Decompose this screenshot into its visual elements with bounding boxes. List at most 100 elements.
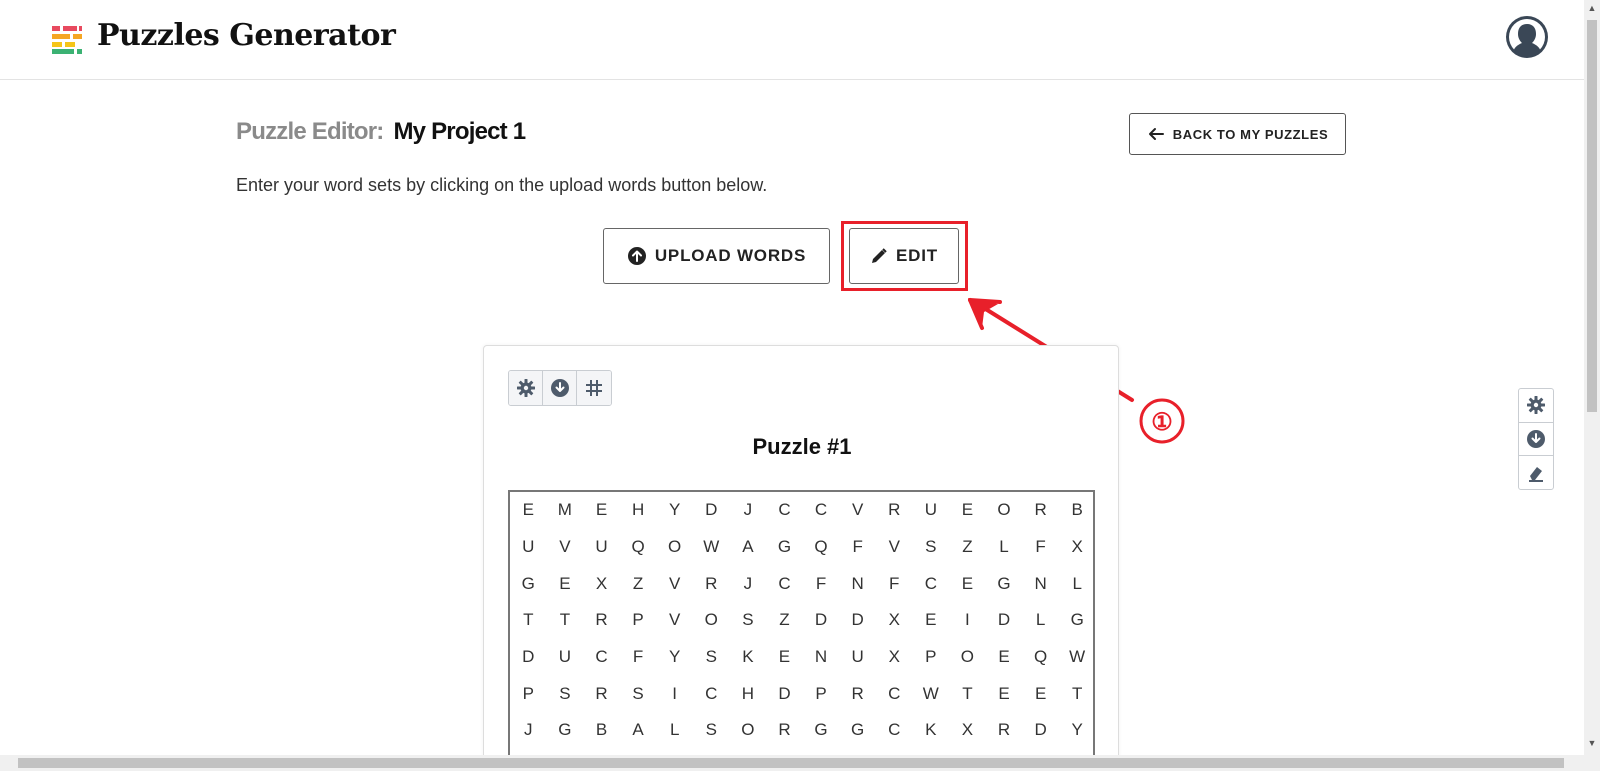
grid-cell[interactable]: G <box>1059 602 1096 639</box>
grid-cell[interactable]: S <box>693 712 730 749</box>
grid-cell[interactable]: T <box>949 675 986 712</box>
horizontal-scrollbar[interactable] <box>0 755 1600 771</box>
puzzle-download-button[interactable] <box>543 371 577 405</box>
grid-cell[interactable]: F <box>620 639 657 676</box>
upload-words-button[interactable]: UPLOAD WORDS <box>603 228 830 284</box>
grid-cell[interactable]: E <box>510 492 547 529</box>
grid-cell[interactable]: F <box>1022 529 1059 566</box>
grid-cell[interactable]: G <box>547 712 584 749</box>
puzzles-logo-icon[interactable] <box>52 24 82 54</box>
grid-cell[interactable]: L <box>1059 565 1096 602</box>
grid-cell[interactable]: F <box>803 565 840 602</box>
grid-cell[interactable]: D <box>803 602 840 639</box>
grid-cell[interactable]: L <box>656 712 693 749</box>
grid-cell[interactable]: E <box>913 602 950 639</box>
grid-cell[interactable]: V <box>656 565 693 602</box>
grid-cell[interactable]: F <box>876 565 913 602</box>
grid-cell[interactable]: B <box>1059 492 1096 529</box>
side-settings-button[interactable] <box>1519 389 1553 423</box>
horizontal-scroll-thumb[interactable] <box>18 758 1564 768</box>
user-avatar-icon[interactable] <box>1505 15 1549 59</box>
grid-cell[interactable]: B <box>583 712 620 749</box>
grid-cell[interactable]: I <box>656 675 693 712</box>
grid-cell[interactable]: D <box>510 639 547 676</box>
grid-cell[interactable]: E <box>547 565 584 602</box>
grid-cell[interactable]: H <box>730 675 767 712</box>
grid-cell[interactable]: N <box>803 639 840 676</box>
scroll-down-arrow-icon[interactable]: ▼ <box>1587 738 1597 752</box>
grid-cell[interactable]: J <box>510 712 547 749</box>
grid-cell[interactable]: U <box>839 639 876 676</box>
grid-cell[interactable]: W <box>693 529 730 566</box>
grid-cell[interactable]: F <box>839 529 876 566</box>
grid-cell[interactable]: H <box>620 492 657 529</box>
grid-cell[interactable]: R <box>766 712 803 749</box>
side-download-button[interactable] <box>1519 423 1553 457</box>
grid-cell[interactable]: X <box>876 639 913 676</box>
vertical-scroll-thumb[interactable] <box>1587 20 1597 412</box>
grid-cell[interactable]: E <box>766 639 803 676</box>
grid-cell[interactable]: E <box>949 492 986 529</box>
grid-cell[interactable]: S <box>693 639 730 676</box>
grid-cell[interactable]: Z <box>620 565 657 602</box>
grid-cell[interactable]: O <box>656 529 693 566</box>
grid-cell[interactable]: R <box>583 602 620 639</box>
grid-cell[interactable]: L <box>986 529 1023 566</box>
grid-cell[interactable]: D <box>766 675 803 712</box>
grid-cell[interactable]: W <box>1059 639 1096 676</box>
grid-cell[interactable]: X <box>1059 529 1096 566</box>
grid-cell[interactable]: R <box>876 492 913 529</box>
grid-cell[interactable]: C <box>876 712 913 749</box>
grid-cell[interactable]: Q <box>803 529 840 566</box>
grid-cell[interactable]: G <box>839 712 876 749</box>
grid-cell[interactable]: J <box>730 492 767 529</box>
grid-cell[interactable]: S <box>547 675 584 712</box>
grid-cell[interactable]: S <box>913 529 950 566</box>
grid-cell[interactable]: R <box>986 712 1023 749</box>
grid-cell[interactable]: C <box>766 492 803 529</box>
grid-cell[interactable]: E <box>949 565 986 602</box>
grid-cell[interactable]: V <box>876 529 913 566</box>
grid-cell[interactable]: A <box>730 529 767 566</box>
grid-cell[interactable]: Y <box>656 639 693 676</box>
grid-cell[interactable]: M <box>547 492 584 529</box>
grid-cell[interactable]: P <box>803 675 840 712</box>
vertical-scrollbar[interactable]: ▲ ▼ <box>1584 0 1600 755</box>
grid-cell[interactable]: R <box>1022 492 1059 529</box>
grid-cell[interactable]: C <box>803 492 840 529</box>
grid-cell[interactable]: X <box>583 565 620 602</box>
grid-cell[interactable]: C <box>913 565 950 602</box>
grid-cell[interactable]: U <box>510 529 547 566</box>
grid-cell[interactable]: E <box>583 492 620 529</box>
side-eraser-button[interactable] <box>1519 456 1553 489</box>
grid-cell[interactable]: C <box>583 639 620 676</box>
grid-cell[interactable]: W <box>913 675 950 712</box>
grid-cell[interactable]: P <box>913 639 950 676</box>
grid-cell[interactable]: S <box>730 602 767 639</box>
grid-cell[interactable]: O <box>949 639 986 676</box>
grid-cell[interactable]: R <box>583 675 620 712</box>
grid-cell[interactable]: V <box>547 529 584 566</box>
grid-cell[interactable]: Y <box>656 492 693 529</box>
grid-cell[interactable]: V <box>656 602 693 639</box>
grid-cell[interactable]: O <box>730 712 767 749</box>
grid-cell[interactable]: X <box>949 712 986 749</box>
grid-cell[interactable]: Z <box>766 602 803 639</box>
grid-cell[interactable]: T <box>510 602 547 639</box>
grid-cell[interactable]: C <box>876 675 913 712</box>
grid-cell[interactable]: P <box>510 675 547 712</box>
grid-cell[interactable]: R <box>693 565 730 602</box>
grid-cell[interactable]: V <box>839 492 876 529</box>
grid-cell[interactable]: A <box>620 712 657 749</box>
grid-cell[interactable]: E <box>1022 675 1059 712</box>
grid-cell[interactable]: Z <box>949 529 986 566</box>
grid-cell[interactable]: L <box>1022 602 1059 639</box>
grid-cell[interactable]: G <box>803 712 840 749</box>
grid-cell[interactable]: J <box>730 565 767 602</box>
grid-cell[interactable]: C <box>693 675 730 712</box>
grid-cell[interactable]: R <box>839 675 876 712</box>
grid-cell[interactable]: X <box>876 602 913 639</box>
grid-cell[interactable]: D <box>839 602 876 639</box>
grid-cell[interactable]: N <box>1022 565 1059 602</box>
grid-cell[interactable]: D <box>693 492 730 529</box>
